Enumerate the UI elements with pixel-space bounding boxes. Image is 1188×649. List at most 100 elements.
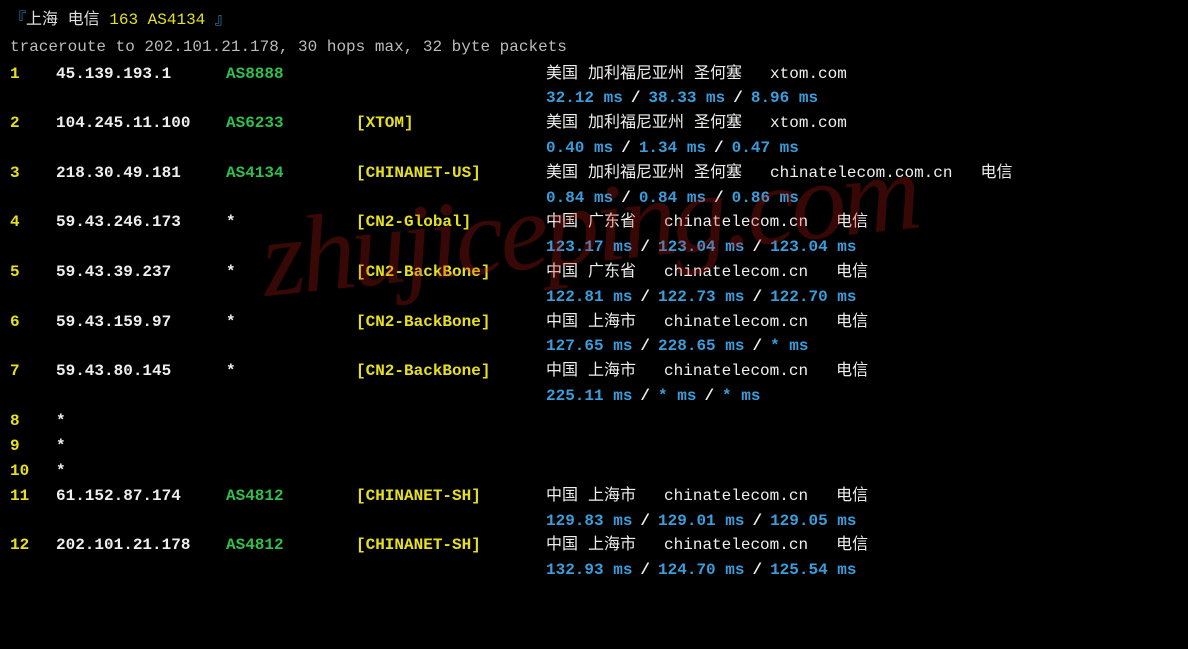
latency-value: 0.47 ms <box>732 136 799 161</box>
hop-latency: 123.17 ms/123.04 ms/123.04 ms <box>546 235 1178 260</box>
hop-asn: * <box>226 359 356 384</box>
latency-separator: / <box>640 384 650 409</box>
hop-country: 中国 <box>546 260 578 285</box>
latency-value: 129.01 ms <box>658 509 744 534</box>
hop-country: 中国 <box>546 484 578 509</box>
hop-number: 8 <box>10 409 56 434</box>
hop-network: [CN2-BackBone] <box>356 359 546 384</box>
latency-value: 127.65 ms <box>546 334 632 359</box>
hop-country: 中国 <box>546 359 578 384</box>
latency-value: 0.40 ms <box>546 136 613 161</box>
hop-asn: * <box>226 310 356 335</box>
hop-location: 中国上海市 chinatelecom.cn 电信 <box>546 310 1178 335</box>
hop-location: 中国广东省chinatelecom.cn电信 <box>546 260 1178 285</box>
bracket-close: 』 <box>215 11 231 29</box>
hop-latency: 0.40 ms/1.34 ms/0.47 ms <box>546 136 1178 161</box>
header-location: 上海 电信 <box>26 11 100 29</box>
hop-number: 2 <box>10 111 56 136</box>
hop-row: 459.43.246.173*[CN2-Global]中国广东省chinatel… <box>10 210 1178 260</box>
hop-details: 中国上海市chinatelecom.cn电信132.93 ms / 124.70 m… <box>546 533 1178 583</box>
latency-value: 123.04 ms <box>658 235 744 260</box>
hop-region: 上海市 <box>588 310 636 335</box>
hop-location: 中国上海市chinatelecom.cn电信 <box>546 484 1178 509</box>
hop-asn: * <box>226 210 356 235</box>
hop-latency: 127.65 ms/228.65 ms/* ms <box>546 334 1178 359</box>
hop-ip: * <box>56 434 226 459</box>
hop-location: 美国加利福尼亚州圣何塞xtom.com <box>546 111 1178 136</box>
hops-container: 145.139.193.1AS8888美国加利福尼亚州圣何塞xtom.com32… <box>10 62 1178 583</box>
latency-value: * ms <box>658 384 696 409</box>
latency-separator: / <box>752 558 762 583</box>
hop-latency: 132.93 ms/124.70 ms/125.54 ms <box>546 558 1178 583</box>
hop-details: 中国上海市chinatelecom.cn电信127.65 ms/228.65 m… <box>546 310 1178 360</box>
hop-details: 中国广东省chinatelecom.cn电信122.81 ms/122.73 m… <box>546 260 1178 310</box>
hop-number: 3 <box>10 161 56 186</box>
hop-ip: 218.30.49.181 <box>56 161 226 186</box>
latency-separator: / <box>733 86 743 111</box>
hop-isp: 电信 <box>836 533 868 558</box>
hop-isp: 电信 <box>836 310 868 335</box>
latency-separator: / <box>704 384 714 409</box>
latency-separator: / <box>640 509 650 534</box>
latency-value: * ms <box>770 334 808 359</box>
latency-value: 32.12 ms <box>546 86 623 111</box>
latency-value: 129.83 ms <box>546 509 632 534</box>
latency-value: 125.54 ms <box>770 558 856 583</box>
latency-value: 0.84 ms <box>639 186 706 211</box>
hop-row: 145.139.193.1AS8888美国加利福尼亚州圣何塞xtom.com32… <box>10 62 1178 112</box>
hop-ip: 59.43.246.173 <box>56 210 226 235</box>
latency-separator: / <box>621 136 631 161</box>
latency-value: 0.84 ms <box>546 186 613 211</box>
latency-separator: / <box>714 186 724 211</box>
hop-number: 4 <box>10 210 56 235</box>
hop-location: 中国上海市chinatelecom.cn电信 <box>546 533 1178 558</box>
trace-command: traceroute to 202.101.21.178, 30 hops ma… <box>10 35 1178 60</box>
latency-value: 122.73 ms <box>658 285 744 310</box>
hop-number: 6 <box>10 310 56 335</box>
hop-details: 中国上海市chinatelecom.cn电信129.83 ms / 129.01 m… <box>546 484 1178 534</box>
hop-region: 加利福尼亚州 <box>588 111 684 136</box>
hop-asn: AS4812 <box>226 533 356 558</box>
hop-country: 中国 <box>546 210 578 235</box>
hop-location: 美国加利福尼亚州圣何塞xtom.com <box>546 62 1178 87</box>
hop-latency: 122.81 ms/122.73 ms/122.70 ms <box>546 285 1178 310</box>
hop-region: 加利福尼亚州 <box>588 161 684 186</box>
hop-isp: 电信 <box>980 161 1012 186</box>
hop-region: 上海市 <box>588 533 636 558</box>
latency-value: 8.96 ms <box>751 86 818 111</box>
hop-domain: chinatelecom.cn <box>664 310 808 335</box>
hop-country: 中国 <box>546 310 578 335</box>
hop-number: 5 <box>10 260 56 285</box>
latency-value: 123.17 ms <box>546 235 632 260</box>
hop-ip: * <box>56 409 226 434</box>
hop-row: 9* <box>10 434 1178 459</box>
hop-row: 3218.30.49.181AS4134[CHINANET-US]美国加利福尼亚… <box>10 161 1178 211</box>
hop-ip: 61.152.87.174 <box>56 484 226 509</box>
hop-network: [CHINANET-US] <box>356 161 546 186</box>
latency-value: 132.93 ms <box>546 558 632 583</box>
hop-asn: AS8888 <box>226 62 356 87</box>
latency-value: 0.86 ms <box>732 186 799 211</box>
latency-separator: / <box>621 186 631 211</box>
hop-details: 中国广东省chinatelecom.cn电信123.17 ms/123.04 m… <box>546 210 1178 260</box>
hop-isp: 电信 <box>836 484 868 509</box>
hop-domain: chinatelecom.cn <box>664 359 808 384</box>
hop-network: [CN2-Global] <box>356 210 546 235</box>
latency-separator: / <box>640 285 650 310</box>
hop-region: 上海市 <box>588 484 636 509</box>
hop-ip: 202.101.21.178 <box>56 533 226 558</box>
hop-country: 美国 <box>546 111 578 136</box>
hop-network: [XTOM] <box>356 111 546 136</box>
hop-country: 美国 <box>546 62 578 87</box>
hop-network: [CHINANET-SH] <box>356 484 546 509</box>
latency-separator: / <box>752 334 762 359</box>
hop-region: 上海市 <box>588 359 636 384</box>
hop-domain: xtom.com <box>770 62 847 87</box>
hop-number: 7 <box>10 359 56 384</box>
latency-value: 124.70 ms <box>658 558 744 583</box>
hop-network: [CN2-BackBone] <box>356 260 546 285</box>
latency-value: * ms <box>722 384 760 409</box>
latency-value: 122.70 ms <box>770 285 856 310</box>
hop-country: 美国 <box>546 161 578 186</box>
hop-details: 美国加利福尼亚州圣何塞xtom.com32.12 ms/38.33 ms/8.9… <box>546 62 1178 112</box>
